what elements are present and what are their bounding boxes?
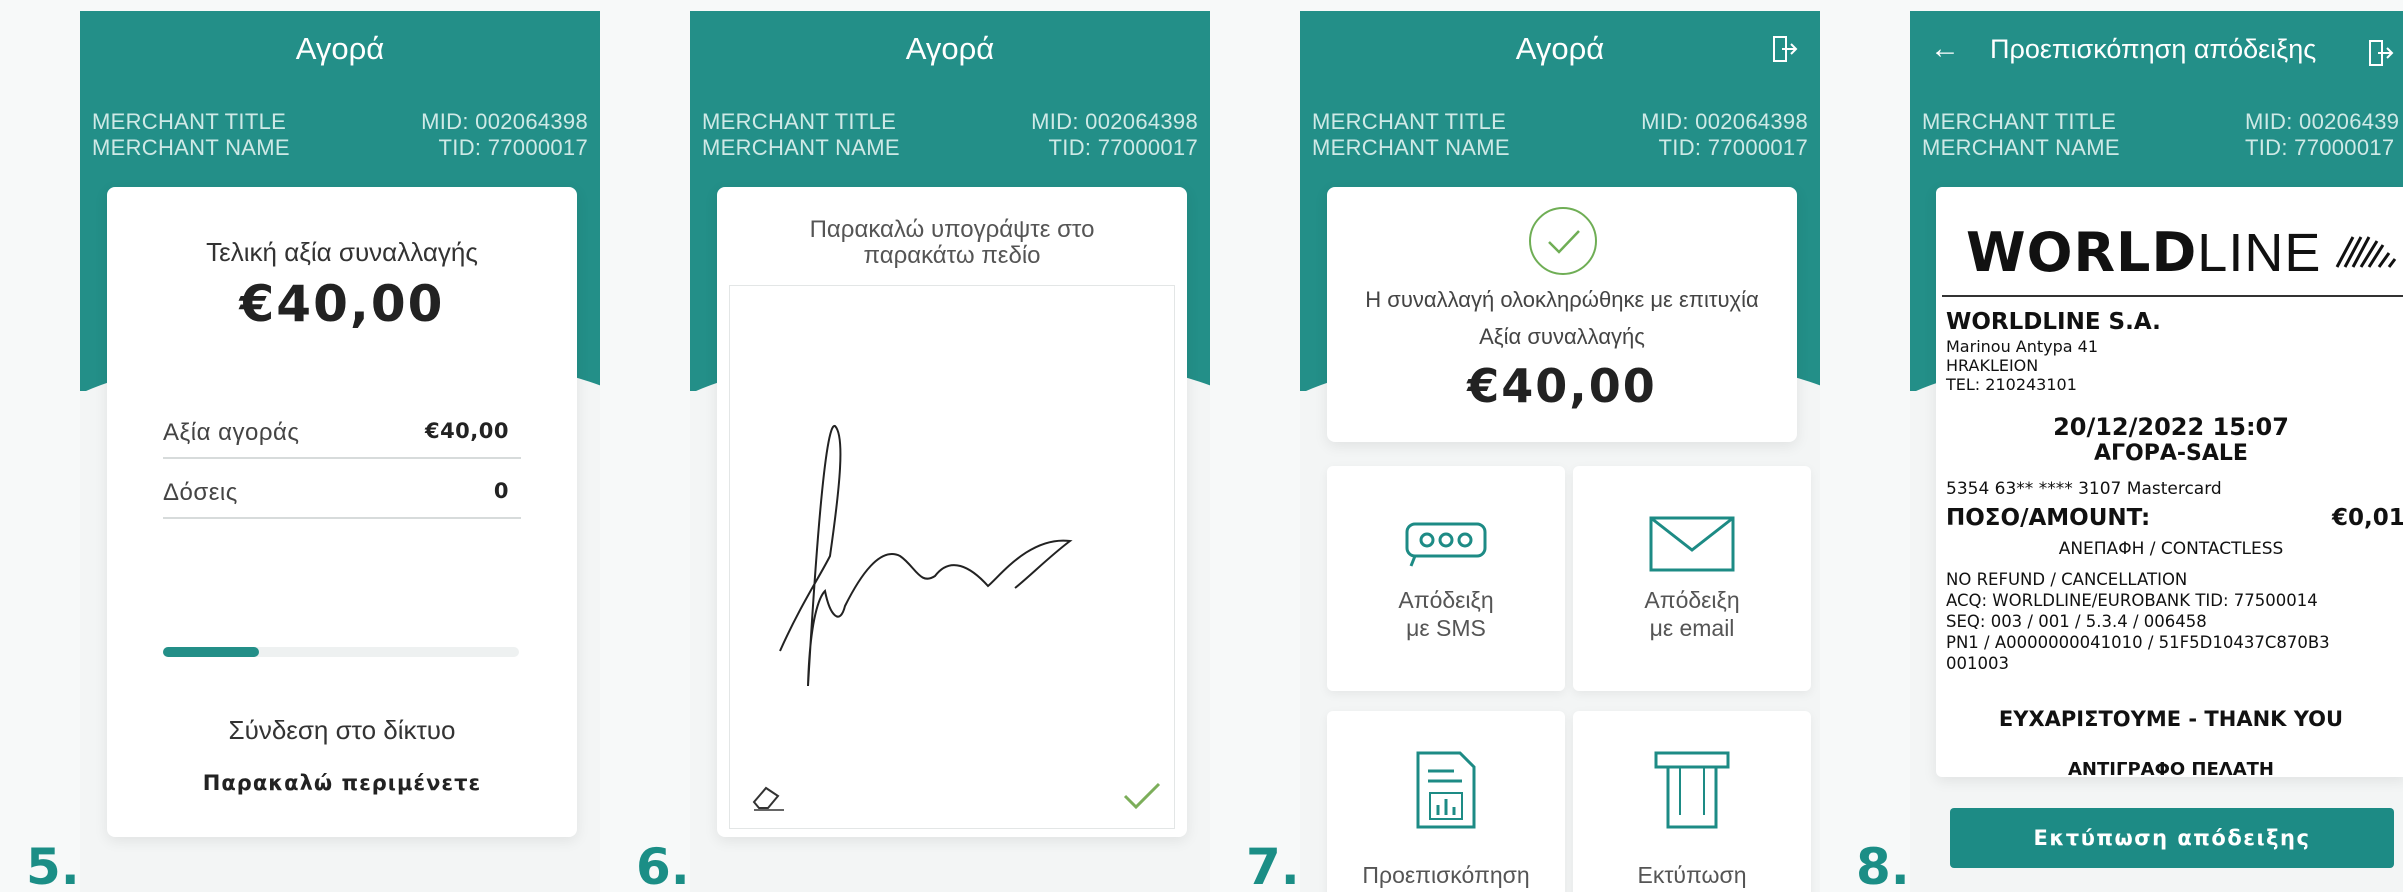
receipt-amount: €0,01 (2332, 505, 2403, 531)
step-number-8: 8. (1856, 838, 1910, 892)
merchant-info: MERCHANT TITLE MERCHANT NAME (1312, 109, 1510, 160)
step-number-6: 6. (636, 838, 690, 892)
eraser-icon[interactable] (750, 782, 788, 812)
success-check-icon (1529, 207, 1597, 275)
signature-card: Παρακαλώ υπογράψτε στο παρακάτω πεδίο (717, 187, 1187, 837)
installments-row: Δόσεις 0 (163, 479, 521, 519)
merchant-info: MERCHANT TITLE MERCHANT NAME (92, 109, 290, 160)
print-receipt-button[interactable]: Εκτύπωση απόδειξης (1950, 808, 2394, 868)
header: ← Προεπισκόπηση απόδειξης (1910, 11, 2403, 83)
signature-pad[interactable] (729, 285, 1175, 829)
email-icon (1649, 516, 1735, 572)
worldline-logo: WORLDLINE (1966, 221, 2403, 284)
screen-7: Αγορά MERCHANT TITLE MERCHANT NAME MID: 0… (1300, 11, 1820, 892)
value-label: Αξία συναλλαγής (1479, 324, 1645, 349)
screen-6: Αγορά MERCHANT TITLE MERCHANT NAME MID: 0… (690, 11, 1210, 892)
terminal-info: MID: 002064398 TID: 77000017 (1641, 109, 1808, 160)
exit-icon[interactable] (1772, 35, 1798, 63)
company-name: WORLDLINE S.A. (1946, 309, 2161, 335)
printer-icon (1654, 751, 1730, 829)
success-message: Η συναλλαγή ολοκληρώθηκε με επιτυχία (1365, 287, 1759, 312)
thank-you: ΕΥΧΑΡΙΣΤΟΥΜΕ - THANK YOU (1998, 707, 2344, 731)
receipt-details: NO REFUND / CANCELLATION ACQ: WORLDLINE/E… (1946, 570, 2330, 673)
screen-5: Αγορά MERCHANT TITLE MERCHANT NAME MID: 0… (80, 11, 600, 892)
receipt-preview: WORLDLINE WORLDLINE S.A. Marinou Antypa … (1936, 187, 2403, 777)
customer-copy: ΑΝΤΙΓΡΑΦΟ ΠΕΛΑΤΗ (2068, 759, 2274, 777)
amount: €40,00 (1467, 359, 1657, 413)
please-wait: Παρακαλώ περιμένετε (202, 771, 482, 795)
step-number-7: 7. (1246, 838, 1300, 892)
email-receipt-tile[interactable]: Απόδειξη με email (1573, 466, 1811, 691)
address: Marinou Antypa 41 HRAKLEION TEL: 210243101 (1946, 337, 2099, 394)
card-number: 5354 63** **** 3107 Mastercard (1946, 479, 2222, 499)
page-title: Αγορά (295, 31, 385, 66)
print-receipt-tile[interactable]: Εκτύπωση (1573, 711, 1811, 892)
sms-receipt-tile[interactable]: Απόδειξη με SMS (1327, 466, 1565, 691)
document-chart-icon (1416, 751, 1476, 829)
signature-stroke (779, 424, 1073, 687)
page-title: Αγορά (1515, 31, 1605, 66)
page-title: Προεπισκόπηση απόδειξης (1990, 34, 2317, 64)
receipt-datetime: 20/12/2022 15:07 (2053, 413, 2289, 441)
sms-icon (1405, 522, 1487, 567)
screen-8: ← Προεπισκόπηση απόδειξης MERCHANT TITLE… (1910, 11, 2403, 892)
transaction-card: Τελική αξία συναλλαγής €40,00 Αξία αγορά… (107, 187, 577, 837)
worldline-waves-icon (2336, 236, 2397, 268)
success-card: Η συναλλαγή ολοκληρώθηκε με επιτυχία Αξί… (1327, 187, 1797, 442)
terminal-info: MID: 002064398 TID: 77000017 (1031, 109, 1198, 160)
amount-label: ΠΟΣΟ/AMOUNT: (1946, 505, 2151, 531)
network-status: Σύνδεση στο δίκτυο (228, 715, 456, 745)
receipt-type: ΑΓΟΡΑ-SALE (2094, 441, 2248, 466)
confirm-check-icon[interactable] (1122, 780, 1162, 812)
final-value-label: Τελική αξία συναλλαγής (206, 237, 478, 267)
merchant-info: MERCHANT TITLE MERCHANT NAME (1922, 109, 2120, 160)
terminal-info: MID: 002064398 TID: 77000017 (421, 109, 588, 160)
contactless-label: ΑΝΕΠΑΦΗ / CONTACTLESS (2058, 539, 2284, 559)
progress-fill (163, 647, 260, 657)
exit-icon[interactable] (2368, 39, 2394, 67)
final-amount: €40,00 (239, 275, 445, 333)
progress-bar (163, 647, 519, 657)
page-title: Αγορά (905, 31, 995, 66)
merchant-info: MERCHANT TITLE MERCHANT NAME (702, 109, 900, 160)
preview-receipt-tile[interactable]: Προεπισκόπηση (1327, 711, 1565, 892)
terminal-info: MID: 00206439 TID: 77000017 (2245, 109, 2400, 160)
back-arrow-icon[interactable]: ← (1930, 11, 1960, 87)
signature-prompt: Παρακαλώ υπογράψτε στο παρακάτω πεδίο (809, 216, 1095, 269)
step-number-5: 5. (26, 838, 80, 892)
purchase-value-row: Αξία αγοράς €40,00 (163, 419, 521, 459)
